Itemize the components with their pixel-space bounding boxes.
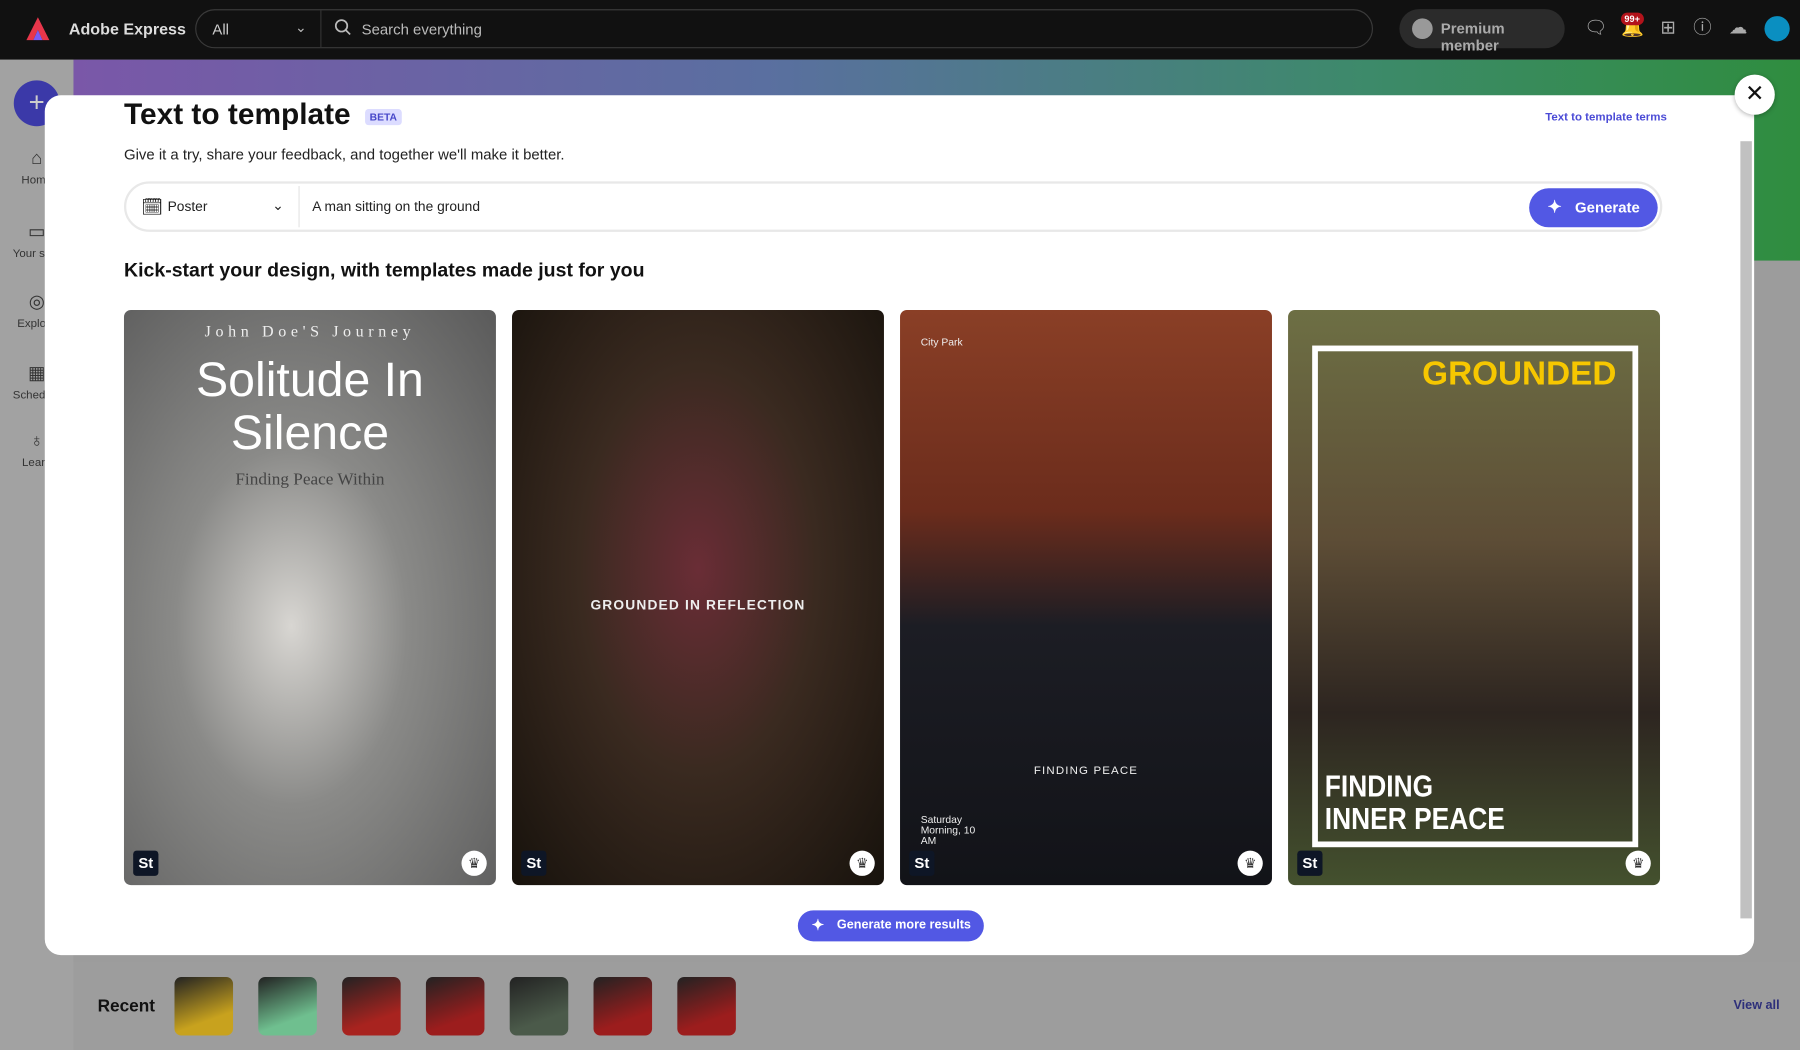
template-card[interactable]: GROUNDED FINDING INNER PEACE St ♛ bbox=[1288, 309, 1661, 886]
section-title: Kick-start your design, with templates m… bbox=[123, 259, 645, 282]
sparkle-icon: ✦ bbox=[811, 916, 825, 934]
poster-frame: GROUNDED FINDING INNER PEACE bbox=[1312, 345, 1639, 848]
premium-crown-icon: ♛ bbox=[1625, 850, 1651, 876]
avatar[interactable] bbox=[1764, 16, 1790, 42]
chevron-down-icon[interactable]: ⌄ bbox=[295, 20, 307, 36]
recent-thumbnail[interactable] bbox=[342, 976, 401, 1036]
view-all-link[interactable]: View all bbox=[1733, 999, 1779, 1013]
prompt-bar: 🗓 Poster ⌄ A man sitting on the ground ✦… bbox=[123, 181, 1663, 232]
page-title: Text to template bbox=[123, 96, 351, 131]
stock-badge: St bbox=[909, 850, 935, 876]
chat-icon[interactable]: 🗨 bbox=[1584, 17, 1607, 40]
premium-label: Premium member bbox=[1440, 19, 1505, 54]
terms-link[interactable]: Text to template terms bbox=[1545, 111, 1667, 124]
recent-thumbnail[interactable] bbox=[174, 976, 234, 1036]
generate-button[interactable]: ✦ Generate bbox=[1529, 188, 1658, 228]
close-button[interactable]: ✕ bbox=[1734, 74, 1775, 115]
creative-cloud-icon[interactable]: ☁ bbox=[1727, 17, 1750, 40]
divider bbox=[320, 10, 322, 48]
adobe-express-logo[interactable] bbox=[25, 16, 50, 41]
text-to-template-dialog: Text to template BETA Text to template t… bbox=[44, 95, 1755, 956]
search-icon bbox=[334, 19, 351, 36]
divider bbox=[298, 185, 300, 228]
scrollbar[interactable] bbox=[1740, 141, 1752, 919]
search-input[interactable]: Search everything bbox=[362, 21, 482, 38]
recent-thumbnail[interactable] bbox=[677, 976, 736, 1036]
prompt-input[interactable]: A man sitting on the ground bbox=[312, 199, 480, 215]
premium-member-button[interactable]: Premium member bbox=[1399, 9, 1565, 54]
card-text: Finding Peace Within bbox=[235, 470, 385, 490]
template-card[interactable]: GROUNDED IN REFLECTION St ♛ bbox=[512, 309, 884, 886]
recent-thumbnail[interactable] bbox=[425, 976, 485, 1036]
stock-badge: St bbox=[521, 850, 547, 876]
card-title: Solitude In Silence bbox=[196, 352, 424, 460]
recent-section bbox=[73, 962, 1800, 1050]
card-text: Saturday Morning, 10 AM bbox=[920, 813, 976, 847]
stock-badge: St bbox=[133, 850, 159, 876]
beta-badge: BETA bbox=[365, 109, 402, 126]
subtitle: Give it a try, share your feedback, and … bbox=[123, 145, 565, 164]
apps-grid-icon[interactable]: ⊞ bbox=[1657, 17, 1680, 40]
recent-thumbnail[interactable] bbox=[593, 976, 653, 1036]
template-type-dropdown[interactable]: Poster bbox=[168, 199, 208, 215]
generate-label: Generate bbox=[1575, 198, 1640, 216]
template-card[interactable]: John Doe'S Journey Solitude In Silence F… bbox=[123, 309, 496, 886]
premium-crown-icon: ♛ bbox=[461, 850, 487, 876]
premium-crown-icon: ♛ bbox=[1237, 850, 1263, 876]
card-text: John Doe'S Journey bbox=[204, 323, 416, 341]
premium-crown-icon: ♛ bbox=[849, 850, 875, 876]
card-text: City Park bbox=[920, 336, 963, 348]
template-card[interactable]: City Park FINDING PEACE Saturday Morning… bbox=[900, 309, 1272, 886]
recent-label: Recent bbox=[97, 996, 156, 1016]
chevron-down-icon[interactable]: ⌄ bbox=[272, 197, 284, 213]
help-icon[interactable]: ⓘ bbox=[1691, 17, 1714, 40]
search-scope-dropdown[interactable]: All bbox=[212, 21, 229, 38]
card-title: GROUNDED bbox=[1422, 355, 1617, 393]
generate-more-button[interactable]: ✦ Generate more results bbox=[797, 910, 984, 942]
card-title: FINDING PEACE bbox=[1033, 764, 1139, 778]
brand-name: Adobe Express bbox=[68, 19, 186, 38]
recent-thumbnail[interactable] bbox=[509, 976, 569, 1036]
generate-more-label: Generate more results bbox=[836, 918, 971, 933]
crown-icon bbox=[1412, 18, 1433, 40]
notification-badge: 99+ bbox=[1620, 12, 1644, 26]
stock-badge: St bbox=[1297, 850, 1323, 876]
card-title: GROUNDED IN REFLECTION bbox=[590, 596, 806, 614]
card-text: FINDING INNER PEACE bbox=[1324, 769, 1505, 836]
top-bar: Adobe Express All ⌄ Search everything Pr… bbox=[0, 0, 1800, 60]
recent-thumbnail[interactable] bbox=[258, 976, 317, 1036]
sparkle-icon: ✦ bbox=[1547, 197, 1562, 217]
poster-icon: 🗓 bbox=[141, 197, 164, 217]
search-bar: All ⌄ Search everything bbox=[195, 9, 1374, 49]
